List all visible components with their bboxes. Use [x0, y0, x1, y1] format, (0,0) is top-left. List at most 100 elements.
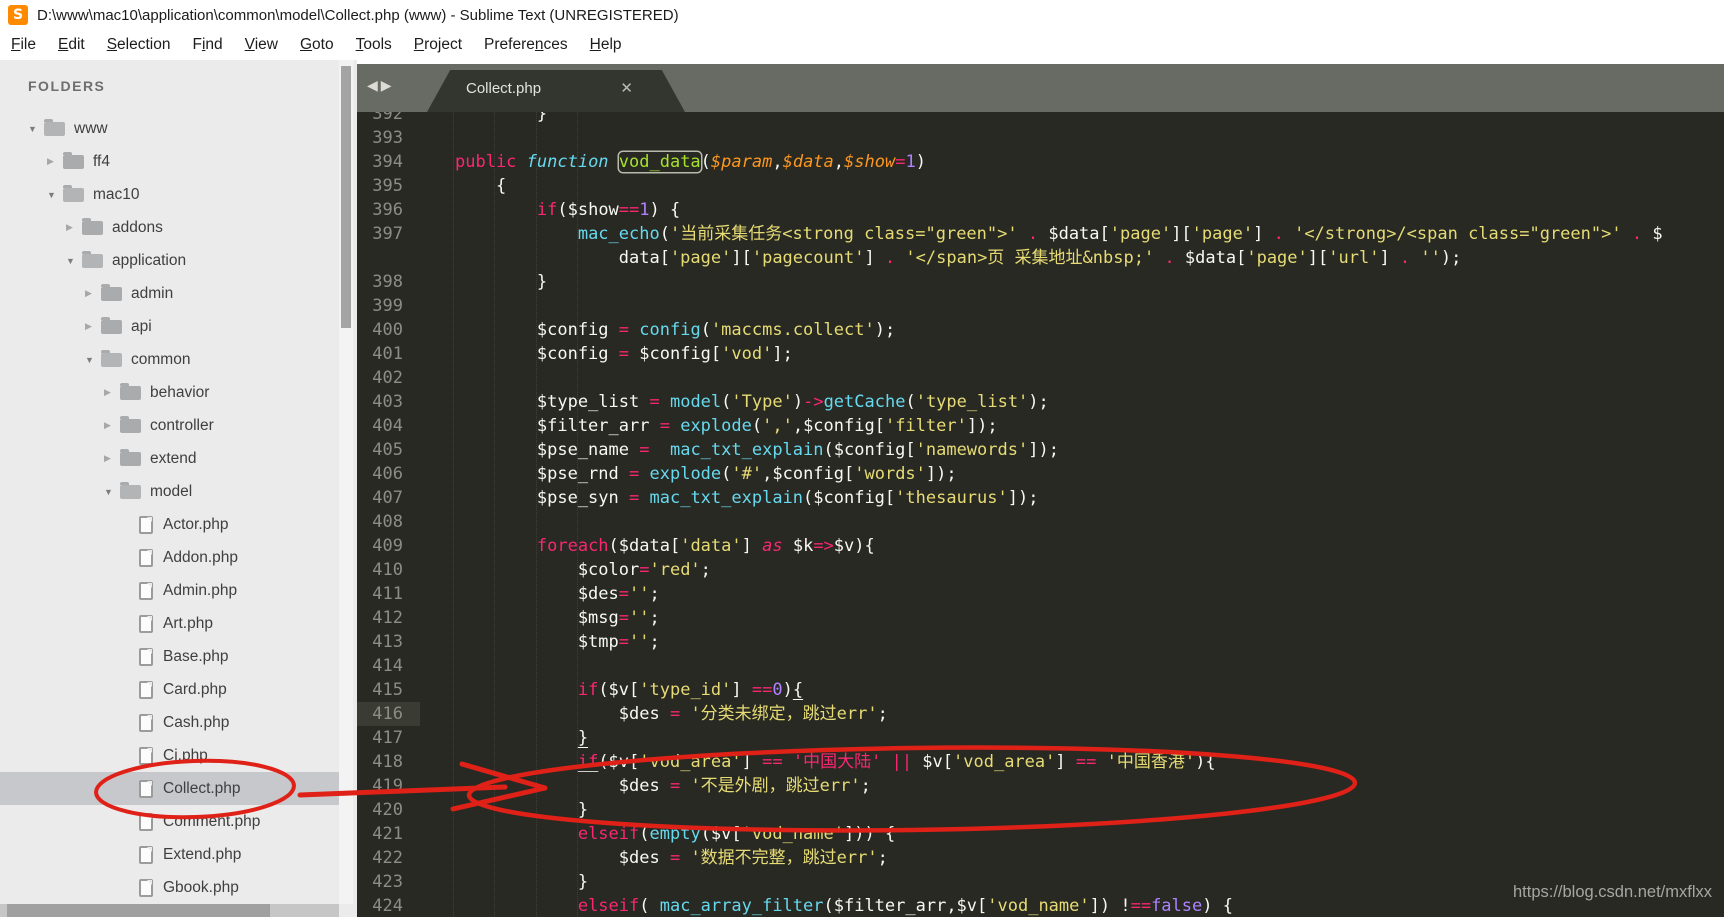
tree-item-controller[interactable]: ▶ controller — [0, 409, 339, 442]
code-line-421[interactable]: 421 elseif(empty($v['vod_name'])) { — [357, 822, 1724, 846]
tree-item-label: Gbook.php — [163, 878, 239, 896]
triangle-expanded-icon[interactable]: ▼ — [104, 487, 120, 497]
triangle-expanded-icon[interactable]: ▼ — [85, 355, 101, 365]
code-line-399[interactable]: 399 — [357, 294, 1724, 318]
menu-bar: File Edit Selection Find View Goto Tools Projec… — [0, 30, 1724, 60]
menu-item-help[interactable]: Help — [579, 36, 633, 54]
code-line-410[interactable]: 410 $color='red'; — [357, 558, 1724, 582]
line-number: 415 — [372, 680, 403, 700]
code-line-407[interactable]: 407 $pse_syn = mac_txt_explain($config['… — [357, 486, 1724, 510]
code-line-403[interactable]: 403 $type_list = model('Type')->getCache… — [357, 390, 1724, 414]
tree-item-cash-php[interactable]: Cash.php — [0, 706, 339, 739]
nav-back-icon[interactable]: ◀ — [367, 77, 381, 93]
code-line-395[interactable]: 395 { — [357, 174, 1724, 198]
tree-item-actor-php[interactable]: Actor.php — [0, 508, 339, 541]
tab-close-icon[interactable]: ✕ — [620, 79, 633, 97]
tree-item-www[interactable]: ▼ www — [0, 112, 339, 145]
code-line-412[interactable]: 412 $msg=''; — [357, 606, 1724, 630]
tab-label[interactable]: Collect.php — [466, 80, 541, 97]
folder-icon — [101, 349, 122, 367]
tree-item-label: extend — [150, 449, 197, 467]
menu-item-file[interactable]: File — [0, 36, 47, 54]
code-line-414[interactable]: 414 — [357, 654, 1724, 678]
code-view[interactable]: 392 } 393 394 public function vod_data($par… — [357, 112, 1724, 917]
code-line-422[interactable]: 422 $des = '数据不完整，跳过err'; — [357, 846, 1724, 870]
tab-collect-php-content[interactable]: Collect.php ✕ — [427, 70, 685, 112]
tree-item-admin-php[interactable]: Admin.php — [0, 574, 339, 607]
triangle-collapsed-icon[interactable]: ▶ — [104, 387, 120, 398]
tree-item-comment-php[interactable]: Comment.php — [0, 805, 339, 838]
tab-nav-arrows[interactable]: ◀▶ — [367, 77, 395, 94]
tree-item-label: Admin.php — [163, 581, 238, 599]
code-line-401[interactable]: 401 $config = $config['vod']; — [357, 342, 1724, 366]
nav-forward-icon[interactable]: ▶ — [381, 77, 395, 93]
code-line-392[interactable]: 392 } — [357, 112, 1724, 126]
sidebar-vertical-scrollbar-thumb[interactable] — [341, 66, 351, 328]
tree-item-behavior[interactable]: ▶ behavior — [0, 376, 339, 409]
tree-item-extend[interactable]: ▶ extend — [0, 442, 339, 475]
sidebar-horizontal-scrollbar-thumb[interactable] — [7, 904, 270, 917]
menu-item-find[interactable]: Find — [181, 36, 233, 54]
code-line-420[interactable]: 420 } — [357, 798, 1724, 822]
code-line-396[interactable]: 396 if($show==1) { — [357, 198, 1724, 222]
code-line-418[interactable]: 418 if($v['vod_area'] == '中国大陆' || $v['v… — [357, 750, 1724, 774]
tree-item-collect-php[interactable]: Collect.php — [0, 772, 339, 805]
folder-icon — [120, 415, 141, 433]
code-line-408[interactable]: 408 — [357, 510, 1724, 534]
triangle-collapsed-icon[interactable]: ▶ — [85, 321, 101, 332]
tree-item-ff4[interactable]: ▶ ff4 — [0, 145, 339, 178]
code-line-411[interactable]: 411 $des=''; — [357, 582, 1724, 606]
code-text: $pse_syn = mac_txt_explain($config['thes… — [455, 488, 1039, 508]
code-line-419[interactable]: 419 $des = '不是外剧，跳过err'; — [357, 774, 1724, 798]
triangle-collapsed-icon[interactable]: ▶ — [47, 156, 63, 167]
tree-item-card-php[interactable]: Card.php — [0, 673, 339, 706]
menu-item-edit[interactable]: Edit — [47, 36, 96, 54]
tree-item-cj-php[interactable]: Cj.php — [0, 739, 339, 772]
menu-item-selection[interactable]: Selection — [96, 36, 182, 54]
code-line-402[interactable]: 402 — [357, 366, 1724, 390]
tree-item-addons[interactable]: ▶ addons — [0, 211, 339, 244]
tree-item-mac10[interactable]: ▼ mac10 — [0, 178, 339, 211]
triangle-collapsed-icon[interactable]: ▶ — [104, 420, 120, 431]
menu-item-project[interactable]: Project — [403, 36, 473, 54]
code-line-397[interactable]: 397 mac_echo('当前采集任务<strong class="green… — [357, 222, 1724, 246]
tree-item-common[interactable]: ▼ common — [0, 343, 339, 376]
tree-item-gbook-php[interactable]: Gbook.php — [0, 871, 339, 904]
triangle-expanded-icon[interactable]: ▼ — [28, 124, 44, 134]
tree-item-admin[interactable]: ▶ admin — [0, 277, 339, 310]
tree-item-model[interactable]: ▼ model — [0, 475, 339, 508]
tree-item-label: Cj.php — [163, 746, 208, 764]
menu-item-goto[interactable]: Goto — [289, 36, 345, 54]
code-line-400[interactable]: 400 $config = config('maccms.collect'); — [357, 318, 1724, 342]
code-line-416[interactable]: 416 $des = '分类未绑定，跳过err'; — [357, 702, 1724, 726]
tree-item-label: Actor.php — [163, 515, 229, 533]
code-line-417[interactable]: 417 } — [357, 726, 1724, 750]
triangle-expanded-icon[interactable]: ▼ — [47, 190, 63, 200]
triangle-collapsed-icon[interactable]: ▶ — [104, 453, 120, 464]
code-line-413[interactable]: 413 $tmp=''; — [357, 630, 1724, 654]
code-line-wrap[interactable]: data['page']['pagecount'] . '</span>页 采集… — [357, 246, 1724, 270]
tree-item-art-php[interactable]: Art.php — [0, 607, 339, 640]
tree-item-api[interactable]: ▶ api — [0, 310, 339, 343]
triangle-collapsed-icon[interactable]: ▶ — [85, 288, 101, 299]
code-line-404[interactable]: 404 $filter_arr = explode(',',$config['f… — [357, 414, 1724, 438]
tree-item-extend-php[interactable]: Extend.php — [0, 838, 339, 871]
tree-item-base-php[interactable]: Base.php — [0, 640, 339, 673]
menu-item-preferences[interactable]: Preferences — [473, 36, 579, 54]
code-line-394[interactable]: 394 public function vod_data($param,$data… — [357, 150, 1724, 174]
code-text: $des = '分类未绑定，跳过err'; — [455, 704, 888, 724]
tree-item-application[interactable]: ▼ application — [0, 244, 339, 277]
code-line-393[interactable]: 393 — [357, 126, 1724, 150]
line-number: 406 — [372, 464, 403, 484]
code-line-409[interactable]: 409 foreach($data['data'] as $k=>$v){ — [357, 534, 1724, 558]
code-line-406[interactable]: 406 $pse_rnd = explode('#',$config['word… — [357, 462, 1724, 486]
menu-item-view[interactable]: View — [234, 36, 289, 54]
triangle-collapsed-icon[interactable]: ▶ — [66, 222, 82, 233]
code-line-415[interactable]: 415 if($v['type_id'] ==0){ — [357, 678, 1724, 702]
tree-item-addon-php[interactable]: Addon.php — [0, 541, 339, 574]
code-line-405[interactable]: 405 $pse_name = mac_txt_explain($config[… — [357, 438, 1724, 462]
file-icon — [139, 845, 153, 864]
code-line-398[interactable]: 398 } — [357, 270, 1724, 294]
menu-item-tools[interactable]: Tools — [345, 36, 403, 54]
triangle-expanded-icon[interactable]: ▼ — [66, 256, 82, 266]
